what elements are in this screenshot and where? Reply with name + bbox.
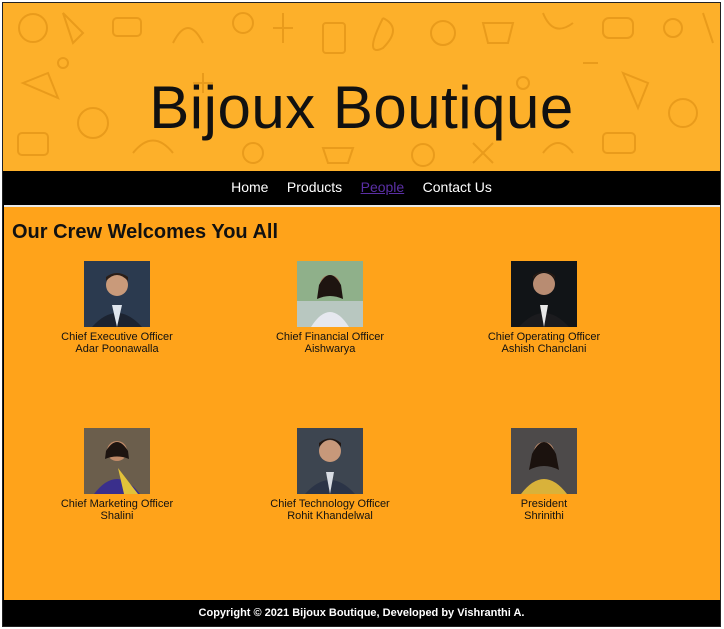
crew-role: Chief Technology Officer bbox=[270, 498, 390, 510]
crew-name: Shrinithi bbox=[524, 510, 564, 522]
page-frame: Bijoux Boutique Home Products People Con… bbox=[2, 2, 721, 627]
crew-photo bbox=[84, 428, 150, 494]
crew-card: Chief Operating Officer Ashish Chanclani bbox=[454, 261, 634, 355]
nav-link-contact-us[interactable]: Contact Us bbox=[423, 171, 492, 204]
crew-role: Chief Financial Officer bbox=[275, 331, 384, 343]
crew-role: President bbox=[520, 498, 568, 510]
crew-card: Chief Marketing Officer Shalini bbox=[27, 428, 207, 522]
crew-photo bbox=[511, 261, 577, 327]
crew-card: President Shrinithi bbox=[454, 428, 634, 522]
crew-role: Chief Operating Officer bbox=[487, 331, 601, 343]
crew-name: Rohit Khandelwal bbox=[287, 510, 373, 522]
page-heading: Our Crew Welcomes You All bbox=[12, 221, 278, 243]
crew-photo bbox=[297, 428, 363, 494]
crew-photo bbox=[84, 261, 150, 327]
crew-photo bbox=[511, 428, 577, 494]
crew-card: Chief Technology Officer Rohit Khandelwa… bbox=[240, 428, 420, 522]
crew-role: Chief Executive Officer bbox=[61, 331, 173, 343]
crew-name: Shalini bbox=[100, 510, 134, 522]
nav-link-home[interactable]: Home bbox=[231, 171, 268, 204]
site-title: Bijoux Boutique bbox=[149, 74, 574, 141]
nav-link-people[interactable]: People bbox=[361, 171, 405, 204]
people-content: Our Crew Welcomes You All Chief Executiv… bbox=[4, 205, 720, 600]
crew-role: Chief Marketing Officer bbox=[60, 498, 174, 510]
crew-photo bbox=[297, 261, 363, 327]
crew-name: Aishwarya bbox=[304, 343, 356, 355]
crew-name: Ashish Chanclani bbox=[501, 343, 587, 355]
nav-link-products[interactable]: Products bbox=[287, 171, 342, 204]
main-navigation: Home Products People Contact Us bbox=[3, 171, 720, 204]
footer-copyright: Copyright © 2021 Bijoux Boutique, Develo… bbox=[3, 600, 720, 626]
header-banner: Bijoux Boutique bbox=[3, 3, 720, 171]
crew-card: Chief Financial Officer Aishwarya bbox=[240, 261, 420, 355]
crew-name: Adar Poonawalla bbox=[75, 343, 159, 355]
crew-card: Chief Executive Officer Adar Poonawalla bbox=[27, 261, 207, 355]
